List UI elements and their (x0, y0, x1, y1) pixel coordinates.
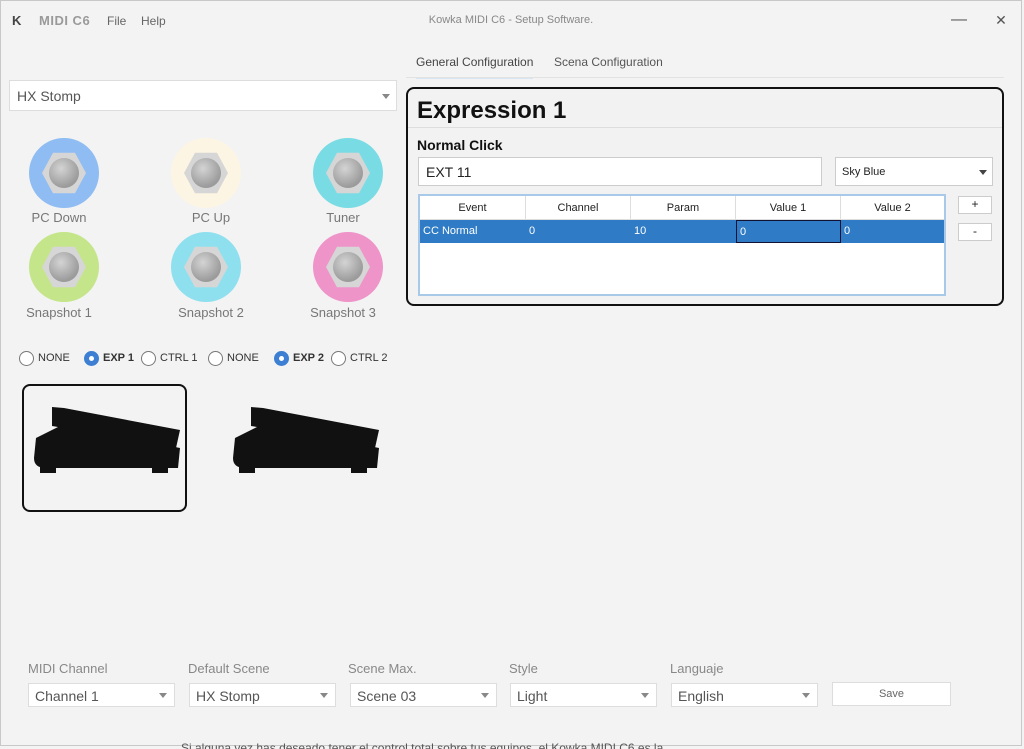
footswitch-snapshot-1[interactable] (29, 232, 99, 302)
remove-row-button[interactable]: - (958, 223, 992, 241)
cell-value-1[interactable]: 0 (736, 220, 841, 243)
column-header: Param (631, 196, 736, 220)
cell-event[interactable]: CC Normal (420, 220, 526, 243)
cell-value-2[interactable]: 0 (841, 220, 944, 243)
default-scene-label: Default Scene (188, 661, 270, 676)
footswitch-pc-down[interactable] (29, 138, 99, 208)
expression-pedal-icon (233, 407, 379, 473)
footswitch-label: PC Up (191, 210, 231, 225)
language-label: Languaje (670, 661, 724, 676)
radio-circle[interactable] (208, 351, 223, 366)
footswitch-label: Snapshot 3 (310, 305, 376, 320)
footswitch-label: Tuner (326, 210, 360, 225)
switch-cap-icon (191, 158, 221, 188)
tab-divider (406, 77, 1004, 78)
scene-max-label: Scene Max. (348, 661, 417, 676)
footswitch-label: Snapshot 1 (26, 305, 92, 320)
expression-title: Expression 1 (417, 97, 567, 124)
close-icon[interactable]: ✕ (987, 9, 1015, 31)
chevron-down-icon (802, 693, 810, 698)
style-label: Style (509, 661, 538, 676)
column-header: Channel (526, 196, 631, 220)
color-select[interactable]: Sky Blue (835, 157, 993, 186)
expression-pedal-2[interactable] (223, 384, 388, 512)
column-header: Value 1 (736, 196, 841, 220)
switch-cap-icon (191, 252, 221, 282)
select-value: Light (517, 688, 548, 704)
color-select-value: Sky Blue (842, 166, 886, 178)
footswitch-snapshot-3[interactable] (313, 232, 383, 302)
scene-max-select[interactable]: Scene 03 (350, 683, 497, 707)
switch-cap-icon (49, 252, 79, 282)
device-select[interactable]: HX Stomp (9, 80, 397, 111)
device-select-value: HX Stomp (17, 88, 81, 104)
footswitch-snapshot-2[interactable] (171, 232, 241, 302)
style-select[interactable]: Light (510, 683, 657, 707)
footswitch-label: Snapshot 2 (178, 305, 244, 320)
chevron-down-icon (382, 94, 390, 99)
tab-general-configuration[interactable]: General Configuration (416, 55, 534, 79)
language-select[interactable]: English (671, 683, 818, 707)
radio-label: CTRL 1 (160, 352, 198, 364)
footswitch-tuner[interactable] (313, 138, 383, 208)
table-row[interactable]: CC Normal 0 10 0 0 (420, 220, 944, 243)
chevron-down-icon (481, 693, 489, 698)
radio-label: NONE (38, 352, 70, 364)
chevron-down-icon (979, 170, 987, 175)
title-bar: K MIDI C6 File Help Kowka MIDI C6 - Setu… (1, 1, 1021, 39)
switch-cap-icon (333, 158, 363, 188)
expression-panel: Expression 1 Normal Click EXT 11 Sky Blu… (406, 87, 1004, 306)
select-value: Channel 1 (35, 688, 99, 704)
radio-label: CTRL 2 (350, 352, 388, 364)
radio-circle[interactable] (331, 351, 346, 366)
midi-channel-label: MIDI Channel (28, 661, 108, 676)
select-value: English (678, 688, 724, 704)
chevron-down-icon (159, 693, 167, 698)
expression-pedal-1[interactable] (22, 384, 187, 512)
radio-label: EXP 1 (103, 352, 134, 364)
switch-cap-icon (49, 158, 79, 188)
minimize-icon[interactable]: — (945, 9, 973, 31)
window-title: Kowka MIDI C6 - Setup Software. (428, 14, 594, 26)
app-window: K MIDI C6 File Help Kowka MIDI C6 - Setu… (0, 0, 1022, 749)
name-input[interactable]: EXT 11 (418, 157, 822, 186)
radio-circle[interactable] (274, 351, 289, 366)
default-scene-select[interactable]: HX Stomp (189, 683, 336, 707)
radio-label: NONE (227, 352, 259, 364)
add-row-button[interactable]: + (958, 196, 992, 214)
footswitch-label: PC Down (31, 210, 87, 225)
section-title: Normal Click (417, 137, 503, 153)
tab-scena-configuration[interactable]: Scena Configuration (554, 55, 663, 77)
column-header: Event (420, 196, 526, 220)
panel-divider (408, 127, 1002, 128)
chevron-down-icon (641, 693, 649, 698)
column-header: Value 2 (874, 202, 911, 214)
event-table: Event Channel Param Value 1 Value 2 CC N… (418, 194, 946, 296)
midi-channel-select[interactable]: Channel 1 (28, 683, 175, 707)
footswitch-pc-up[interactable] (171, 138, 241, 208)
cell-channel[interactable]: 0 (526, 220, 631, 243)
switch-cap-icon (333, 252, 363, 282)
radio-circle[interactable] (141, 351, 156, 366)
radio-circle[interactable] (84, 351, 99, 366)
chevron-down-icon (320, 693, 328, 698)
cell-param[interactable]: 10 (631, 220, 736, 243)
select-value: HX Stomp (196, 688, 260, 704)
select-value: Scene 03 (357, 688, 417, 704)
expression-pedal-icon (34, 407, 180, 473)
table-header: Event Channel Param Value 1 Value 2 (420, 196, 944, 220)
radio-circle[interactable] (19, 351, 34, 366)
radio-label: EXP 2 (293, 352, 324, 364)
save-button[interactable]: Save (832, 682, 951, 706)
